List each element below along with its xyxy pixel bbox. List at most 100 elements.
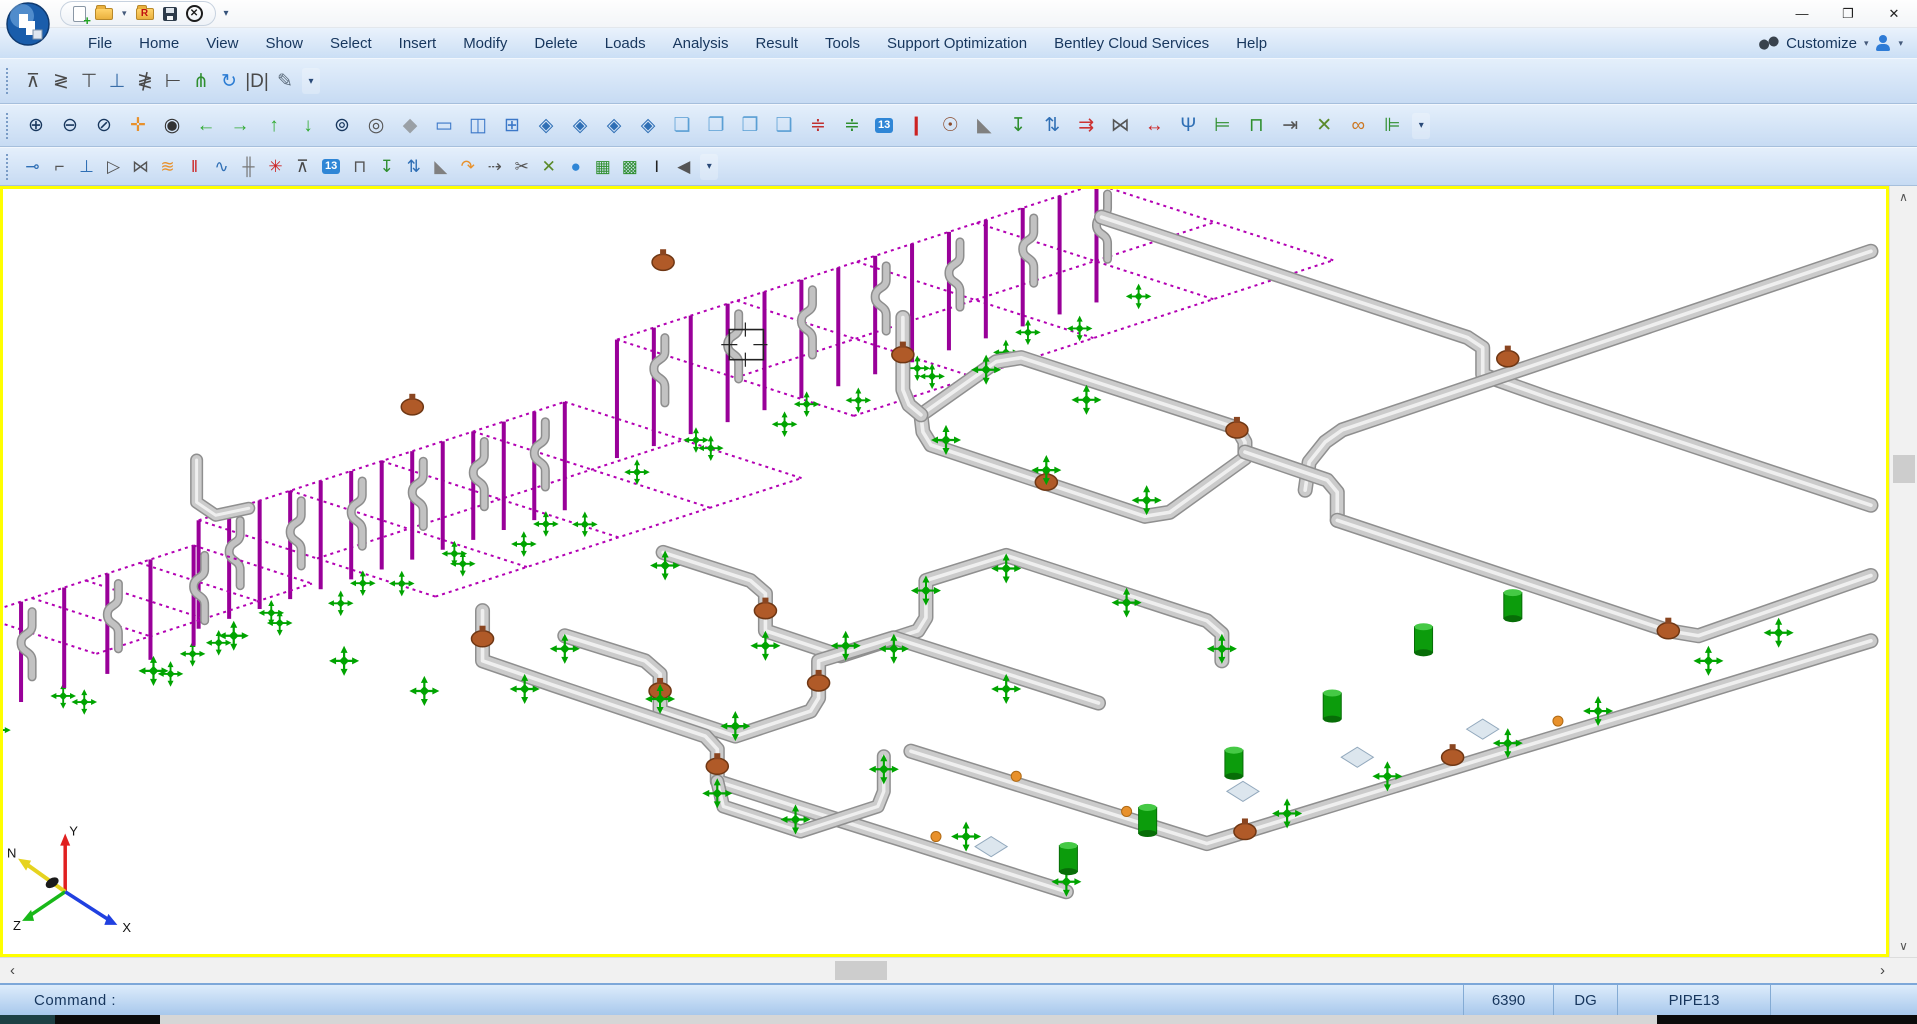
span-check[interactable]: ↔ [1137, 109, 1171, 143]
insert-reducer[interactable]: ▷ [100, 151, 127, 183]
menu-insert[interactable]: Insert [399, 35, 437, 52]
cube-top-view[interactable]: ❏ [665, 109, 699, 143]
frame-check[interactable]: ⊓ [1239, 109, 1273, 143]
menu-loads[interactable]: Loads [605, 35, 646, 52]
user-caret-icon[interactable]: ▾ [1898, 38, 1903, 49]
menu-view[interactable]: View [206, 35, 238, 52]
view-toolbar-overflow[interactable]: ▾ [1412, 113, 1430, 139]
damper-support[interactable]: ≹ [131, 63, 159, 99]
temperature-results[interactable]: ❙ [899, 109, 933, 143]
vertical-scroll-thumb[interactable] [1893, 455, 1915, 483]
zoom-out[interactable]: ⊖ [53, 109, 87, 143]
cube-iso-view[interactable]: ❑ [767, 109, 801, 143]
dual-viewport[interactable]: ◫ [461, 109, 495, 143]
menu-delete[interactable]: Delete [534, 35, 577, 52]
menu-select[interactable]: Select [330, 35, 372, 52]
menu-result[interactable]: Result [755, 35, 798, 52]
distance-measure[interactable]: ⊨ [1205, 109, 1239, 143]
next-point[interactable]: → [223, 109, 257, 143]
zoom-in[interactable]: ⊕ [19, 109, 53, 143]
supports-toolbar-overflow[interactable]: ▾ [302, 68, 320, 94]
command-line[interactable]: Command : [0, 992, 1463, 1009]
new-file-icon[interactable] [73, 6, 86, 22]
insert-offset[interactable]: ⇢ [481, 151, 508, 183]
insert-support[interactable]: ⊼ [289, 151, 316, 183]
menu-help[interactable]: Help [1236, 35, 1267, 52]
restore-button[interactable]: ❐ [1825, 0, 1871, 27]
close-button[interactable]: ✕ [1871, 0, 1917, 27]
solid-display[interactable]: ◆ [393, 109, 427, 143]
joint-check[interactable]: ⇥ [1273, 109, 1307, 143]
scroll-left-icon[interactable]: ‹ [10, 958, 15, 983]
fluid-density[interactable]: ● [562, 151, 589, 183]
cube-side-view[interactable]: ❒ [733, 109, 767, 143]
recent-folder-icon[interactable]: R [136, 8, 154, 20]
toolbar-grip[interactable] [6, 154, 14, 180]
close-file-icon[interactable]: ✕ [186, 5, 203, 22]
weight-results[interactable]: ◣ [967, 109, 1001, 143]
insert-frame[interactable]: ⊓ [346, 151, 373, 183]
filter-options[interactable]: ≑ [801, 109, 835, 143]
menu-modify[interactable]: Modify [463, 35, 507, 52]
weld-check[interactable]: ✕ [1307, 109, 1341, 143]
update-supports[interactable]: ↻ [215, 63, 243, 99]
v-stop-support[interactable]: ⋔ [187, 63, 215, 99]
point-down[interactable]: ↓ [291, 109, 325, 143]
customize-menu[interactable]: Customize [1786, 35, 1857, 52]
coupling-check[interactable]: ∞ [1341, 109, 1375, 143]
measure-tool[interactable]: ✎ [271, 63, 299, 99]
scroll-up-icon[interactable]: ∧ [1899, 186, 1908, 208]
vertical-scrollbar[interactable]: ∧ ∨ [1889, 186, 1917, 957]
insert-tee[interactable]: ⊥ [73, 151, 100, 183]
app-icon[interactable] [6, 2, 50, 46]
pan[interactable]: ✛ [121, 109, 155, 143]
insert-weld[interactable]: ✕ [535, 151, 562, 183]
toolbar-grip[interactable] [6, 113, 14, 139]
dynamic-load[interactable]: ⇅ [1035, 109, 1069, 143]
zoom-previous[interactable]: ⊚ [325, 109, 359, 143]
segment-properties[interactable]: 13 [322, 159, 340, 174]
rod-hanger[interactable]: ⊤ [75, 63, 103, 99]
audio-check[interactable]: ◀ [670, 151, 697, 183]
insert-beam[interactable]: I [643, 151, 670, 183]
customize-caret-icon[interactable]: ▾ [1864, 38, 1869, 49]
user-icon[interactable] [1875, 35, 1891, 51]
scroll-right-icon[interactable]: › [1880, 958, 1885, 983]
spring-hanger[interactable]: ≷ [47, 63, 75, 99]
menu-bentley-cloud-services[interactable]: Bentley Cloud Services [1054, 35, 1209, 52]
insert-run[interactable]: ⊸ [19, 151, 46, 183]
menu-support-optimization[interactable]: Support Optimization [887, 35, 1027, 52]
iso-view-sw[interactable]: ◈ [529, 109, 563, 143]
menu-show[interactable]: Show [265, 35, 303, 52]
insert-displacement[interactable]: ⇅ [400, 151, 427, 183]
insert-toolbar-overflow[interactable]: ▾ [700, 154, 718, 180]
qat-customize-icon[interactable]: ▾ [224, 8, 229, 19]
single-viewport[interactable]: ▭ [427, 109, 461, 143]
iso-view-ne[interactable]: ◈ [631, 109, 665, 143]
insert-weight[interactable]: ◣ [427, 151, 454, 183]
point-up[interactable]: ↑ [257, 109, 291, 143]
insert-expansion-joint[interactable]: ✳ [262, 151, 289, 183]
ruler-check[interactable]: ⊫ [1375, 109, 1409, 143]
iso-view-se[interactable]: ◈ [563, 109, 597, 143]
dimension-reference[interactable]: |D| [243, 63, 271, 99]
scroll-down-icon[interactable]: ∨ [1899, 935, 1908, 957]
zoom-window[interactable]: ⊘ [87, 109, 121, 143]
insert-flange[interactable]: ≋ [154, 151, 181, 183]
open-folder-icon[interactable] [95, 8, 113, 20]
insert-cut[interactable]: ✂ [508, 151, 535, 183]
minimize-button[interactable]: — [1779, 0, 1825, 27]
wireframe-display[interactable]: ◎ [359, 109, 393, 143]
menu-file[interactable]: File [88, 35, 112, 52]
filter-power[interactable]: ≑ [835, 109, 869, 143]
menu-tools[interactable]: Tools [825, 35, 860, 52]
previous-point[interactable]: ← [189, 109, 223, 143]
spring-can-support[interactable]: ⊥ [103, 63, 131, 99]
static-load[interactable]: ↧ [1001, 109, 1035, 143]
insert-cross[interactable]: ╫ [235, 151, 262, 183]
toolbar-grip[interactable] [6, 68, 14, 94]
thermal-load[interactable]: ⇉ [1069, 109, 1103, 143]
insert-valve[interactable]: ⋈ [127, 151, 154, 183]
menu-home[interactable]: Home [139, 35, 179, 52]
menu-analysis[interactable]: Analysis [673, 35, 729, 52]
